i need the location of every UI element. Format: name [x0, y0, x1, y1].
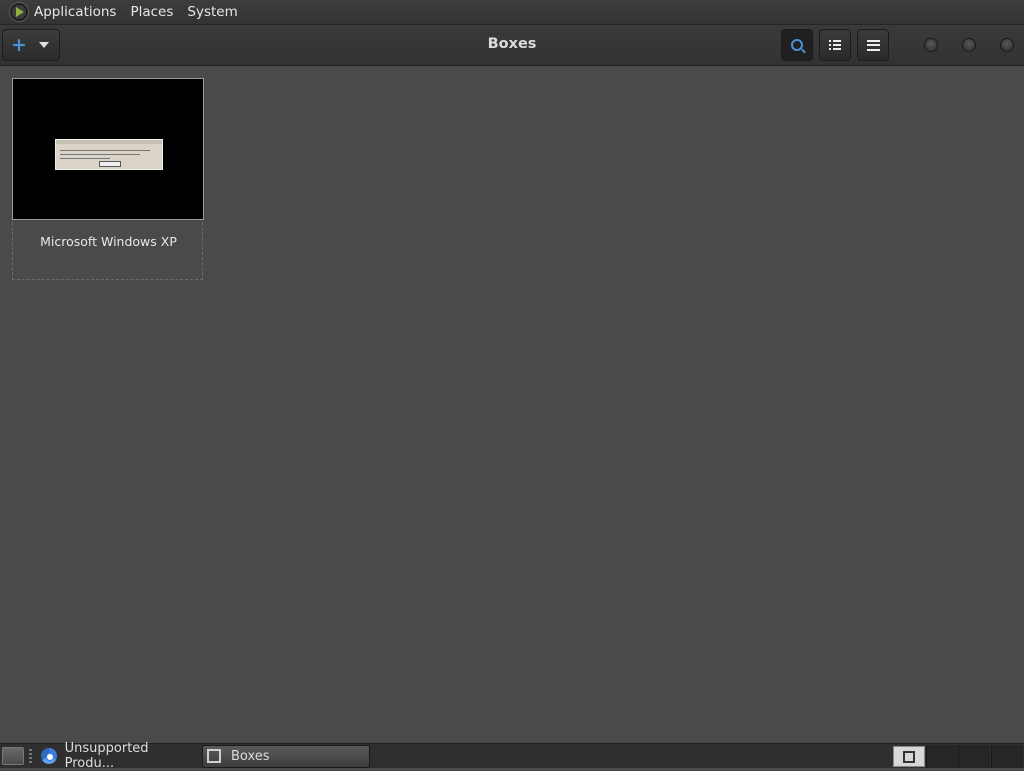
workspace-3[interactable]	[958, 745, 990, 768]
workspace-4[interactable]	[991, 745, 1023, 768]
header-bar: + Boxes	[0, 25, 1024, 66]
top-panel: Applications Places System	[0, 0, 1024, 25]
box-thumbnail[interactable]	[12, 78, 204, 220]
boxes-icon	[207, 749, 221, 763]
task-label: Boxes	[231, 748, 270, 764]
boxes-collection: Microsoft Windows XP	[0, 66, 1024, 743]
chrome-icon	[41, 748, 57, 764]
maximize-button[interactable]	[962, 38, 976, 52]
workspace-1[interactable]	[893, 746, 925, 767]
list-view-button[interactable]	[819, 29, 851, 61]
hamburger-menu-icon	[866, 39, 880, 51]
close-button[interactable]	[1000, 38, 1014, 52]
minimize-button[interactable]	[924, 38, 938, 52]
menu-system[interactable]: System	[187, 4, 237, 20]
panel-separator	[29, 749, 32, 763]
show-desktop-button[interactable]	[2, 747, 24, 765]
workspace-2[interactable]	[926, 745, 958, 768]
menu-button[interactable]	[857, 29, 889, 61]
distro-logo-icon[interactable]	[9, 2, 29, 22]
box-item[interactable]: Microsoft Windows XP	[12, 78, 204, 280]
menu-applications[interactable]: Applications	[34, 4, 116, 20]
task-boxes[interactable]: Boxes	[202, 744, 370, 768]
box-name: Microsoft Windows XP	[40, 234, 177, 249]
search-button[interactable]	[781, 29, 813, 61]
menu-places[interactable]: Places	[130, 4, 173, 20]
boxes-icon	[903, 750, 915, 763]
bottom-panel: Unsupported Produ... Boxes	[0, 741, 1024, 771]
search-icon	[791, 39, 803, 51]
task-label: Unsupported Produ...	[64, 741, 149, 771]
task-unsupported-product[interactable]: Unsupported Produ...	[37, 741, 199, 771]
guest-dialog-preview	[55, 139, 163, 170]
list-view-icon	[829, 40, 841, 50]
